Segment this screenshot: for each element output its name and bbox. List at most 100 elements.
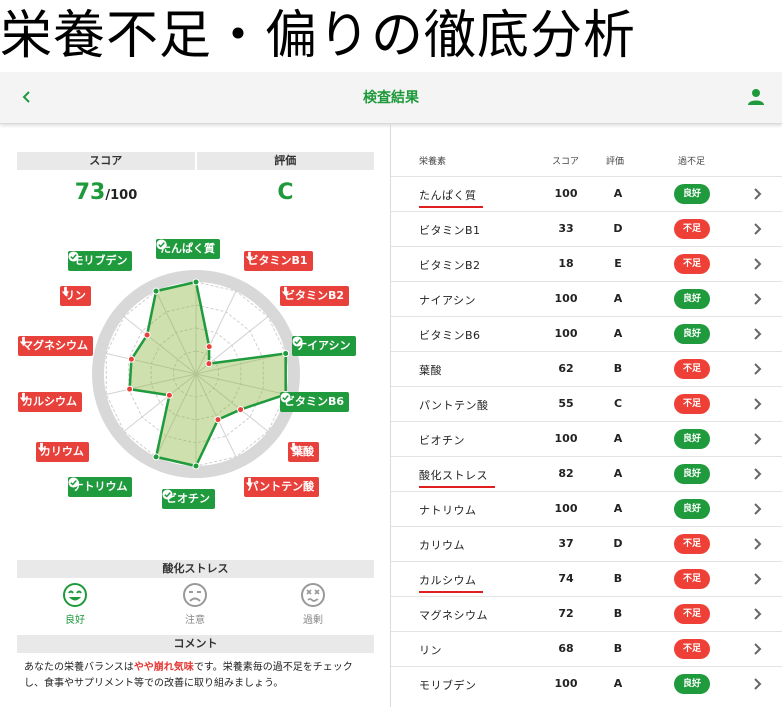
nutrient-name: ビオチン (419, 434, 465, 447)
table-row[interactable]: ビオチン 100 A 良好 (391, 421, 782, 456)
table-row[interactable]: カルシウム 74 B 不足 (391, 561, 782, 596)
chevron-right-icon[interactable] (749, 571, 765, 587)
radar-label: たんぱく質 (156, 238, 220, 259)
table-row[interactable]: パントテン酸 55 C 不足 (391, 386, 782, 421)
status-badge: 良好 (674, 324, 710, 344)
radar-point (192, 278, 200, 286)
stress-caution: 注意 (165, 582, 225, 626)
status-badge: 良好 (674, 464, 710, 484)
check-circle-icon (68, 477, 79, 488)
radar-label: モリブデン (68, 250, 133, 271)
chevron-right-icon[interactable] (749, 641, 765, 657)
table-header: 栄養素 スコア 評価 過不足 (391, 150, 782, 170)
table-row[interactable]: たんぱく質 100 A 良好 (391, 176, 782, 211)
chevron-right-icon[interactable] (749, 501, 765, 517)
status-badge: 良好 (674, 429, 710, 449)
nutrient-score: 100 (554, 187, 578, 200)
score-number: 73 (74, 180, 106, 205)
radar-point (126, 385, 134, 393)
arrow-down-icon (245, 251, 253, 262)
summary-header: スコア 評価 (17, 152, 374, 170)
table-row[interactable]: ビタミンB2 18 E 不足 (391, 246, 782, 281)
check-circle-icon (156, 239, 167, 250)
table-row[interactable]: ナトリウム 100 A 良好 (391, 491, 782, 526)
chevron-right-icon[interactable] (749, 606, 765, 622)
chevron-right-icon[interactable] (749, 326, 765, 342)
radar-label: カリウム (35, 442, 89, 463)
radar-point (152, 287, 160, 295)
stress-excess-label: 過剰 (303, 615, 323, 626)
radar-point (205, 360, 213, 368)
nutrient-name: ビタミンB6 (419, 329, 481, 342)
chevron-right-icon[interactable] (749, 396, 765, 412)
nutrient-score: 18 (558, 257, 574, 270)
radar-label-text: モリブデン (72, 253, 128, 267)
user-icon[interactable] (746, 87, 766, 107)
radar-point (192, 462, 200, 470)
table-row[interactable]: マグネシウム 72 B 不足 (391, 596, 782, 631)
nutrient-name: ビタミンB2 (419, 259, 481, 272)
nutrient-grade: B (613, 607, 623, 620)
chevron-right-icon[interactable] (749, 431, 765, 447)
table-row[interactable]: カリウム 37 D 不足 (391, 526, 782, 561)
chevron-right-icon[interactable] (749, 221, 765, 237)
chevron-right-icon[interactable] (749, 536, 765, 552)
nutrient-grade: B (613, 572, 623, 585)
check-circle-icon (292, 336, 303, 347)
table-row[interactable]: ビタミンB1 33 D 不足 (391, 211, 782, 246)
radar-label: パントテン酸 (243, 477, 320, 498)
chevron-right-icon[interactable] (749, 186, 765, 202)
table-row[interactable]: 酸化ストレス 82 A 良好 (391, 456, 782, 491)
stress-good: 良好 (45, 582, 105, 626)
table-row[interactable]: リン 68 B 不足 (391, 631, 782, 666)
nutrient-score: 72 (558, 607, 574, 620)
nutrient-name: たんぱく質 (419, 189, 477, 202)
status-badge: 不足 (674, 219, 710, 239)
nutrient-score: 100 (554, 677, 578, 690)
nutrient-table: 栄養素 スコア 評価 過不足 たんぱく質 100 A 良好 ビタミンB1 33 D 不足ビタミ… (390, 124, 782, 707)
chevron-right-icon[interactable] (749, 291, 765, 307)
grade-header: 評価 (196, 152, 374, 170)
chevron-right-icon[interactable] (749, 361, 765, 377)
radar-label: ビタミンB1 (243, 250, 313, 271)
comment-highlight: やや崩れ気味 (133, 662, 194, 673)
radar-label: マグネシウム (18, 336, 93, 357)
col-score-header: スコア (552, 157, 580, 167)
stress-header: 酸化ストレス (17, 560, 374, 578)
radar-point (165, 391, 173, 399)
nutrient-name: モリブデン (419, 679, 477, 692)
radar-label: ビタミンB2 (280, 285, 350, 306)
radar-point (237, 406, 245, 414)
chevron-right-icon[interactable] (749, 256, 765, 272)
stress-good-label: 良好 (65, 615, 85, 626)
comment-before: あなたの栄養バランスは (24, 662, 134, 673)
screen-title: 検査結果 (363, 90, 419, 106)
arrow-down-icon (289, 443, 298, 453)
smile-face-icon (63, 583, 87, 607)
nutrient-score: 100 (554, 292, 578, 305)
nutrient-score: 100 (554, 327, 578, 340)
status-badge: 不足 (674, 639, 710, 659)
arrow-down-icon (19, 392, 28, 402)
table-row[interactable]: モリブデン 100 A 良好 (391, 666, 782, 701)
table-row[interactable]: ナイアシン 100 A 良好 (391, 281, 782, 316)
arrow-down-icon (281, 286, 290, 296)
radar-label: ビオチン (162, 489, 215, 510)
radar-point (282, 350, 290, 358)
chevron-right-icon[interactable] (749, 676, 765, 692)
highlight-underline (419, 591, 483, 593)
radar-label-text: ナトリウム (72, 480, 128, 494)
highlight-underline (419, 206, 483, 208)
nutrient-score: 68 (558, 642, 574, 655)
score-header: スコア (17, 152, 195, 170)
chevron-right-icon[interactable] (749, 466, 765, 482)
status-badge: 不足 (674, 604, 710, 624)
table-row[interactable]: 葉酸 62 B 不足 (391, 351, 782, 386)
status-badge: 不足 (674, 254, 710, 274)
table-row[interactable]: ビタミンB6 100 A 良好 (391, 316, 782, 351)
arrow-down-icon (19, 336, 28, 347)
radar-label: 葉酸 (288, 442, 320, 463)
frown-face-icon (183, 583, 207, 607)
nutrient-grade: A (613, 432, 623, 445)
dizzy-face-icon (301, 583, 325, 607)
